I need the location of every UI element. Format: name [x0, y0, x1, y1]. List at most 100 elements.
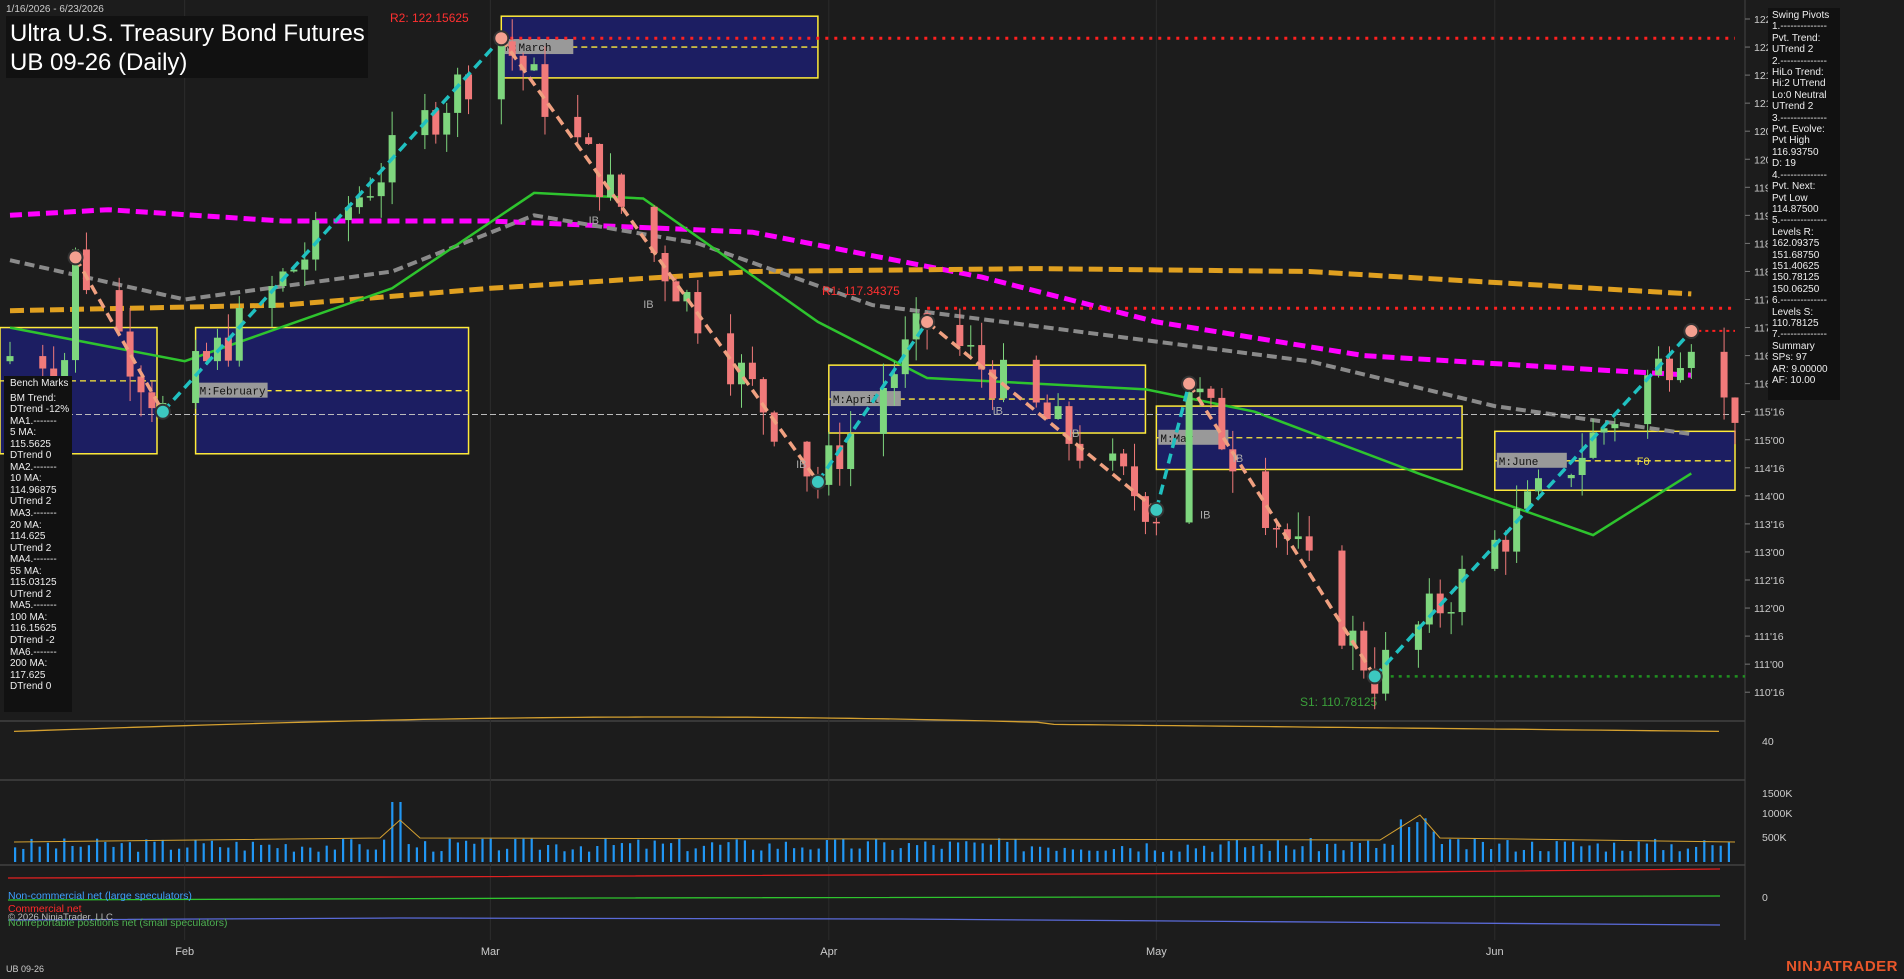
pivot-line: Lo:0 Neutral [1772, 89, 1827, 101]
volume-bar [1211, 851, 1214, 862]
volume-bar [391, 802, 394, 862]
volume-bar [686, 851, 689, 862]
volume-bar [1481, 841, 1484, 862]
volume-average-line [13, 814, 1736, 843]
volume-bar [14, 847, 17, 862]
pivot-line: 151.40625 [1772, 260, 1820, 272]
volume-bar [137, 851, 140, 862]
bench-line: 200 MA: [10, 658, 48, 670]
volume-bar [1645, 843, 1648, 862]
volume-bar [588, 851, 591, 862]
candle-body [1272, 527, 1280, 530]
bench-line: MA2.------- [10, 461, 57, 473]
candle-body [585, 137, 593, 144]
pivot-line: 2.-------------- [1772, 55, 1827, 67]
volume-bar [752, 849, 755, 862]
volume-bar [46, 842, 49, 862]
candle-body [1502, 539, 1510, 552]
nonreportable-net-line [7, 895, 1721, 901]
candle-body [497, 41, 505, 100]
volume-bar [1022, 851, 1025, 862]
volume-bar [653, 840, 656, 862]
volume-bar [169, 849, 172, 862]
volume-bar [1326, 844, 1329, 862]
volume-bar [219, 847, 222, 862]
volume-bar [1244, 847, 1247, 862]
pivot-line: 151.68750 [1772, 249, 1820, 261]
volume-bar [55, 848, 58, 862]
volume-bar [1686, 848, 1689, 862]
volume-bar [629, 843, 632, 862]
bench-line: MA5.------- [10, 600, 57, 612]
bench-line: MA3.------- [10, 508, 57, 520]
volume-bar [145, 839, 148, 862]
y-tick-label: 113'00 [1754, 547, 1785, 559]
volume-bar [899, 848, 902, 862]
candle-body [1382, 649, 1390, 694]
bench-line: UTrend 2 [10, 542, 52, 554]
volume-bar [547, 845, 550, 862]
pivot-line: UTrend 2 [1772, 44, 1814, 56]
volume-bar [793, 848, 796, 862]
volume-bar [120, 843, 123, 862]
pivot-line: HiLo Trend: [1772, 67, 1824, 79]
pivot-line: 114.87500 [1772, 203, 1819, 215]
candle-body [443, 112, 451, 135]
volume-bar [153, 841, 156, 862]
volume-bar [637, 839, 640, 862]
volume-bar [866, 841, 869, 862]
volume-bar [128, 842, 131, 862]
y-tick-label: 111'16 [1754, 631, 1784, 643]
candle-body [1360, 630, 1368, 671]
volume-bar [1727, 842, 1730, 862]
volume-bar [489, 838, 492, 862]
volume-bar [317, 851, 320, 862]
volume-bar [1440, 844, 1443, 862]
month-range-label: M:June [1499, 457, 1539, 469]
candle-body [1054, 406, 1062, 419]
bench-line: DTrend -2 [10, 635, 55, 647]
volume-bar [1276, 840, 1279, 862]
volume-bar [1498, 843, 1501, 862]
candle-body [1611, 424, 1619, 429]
volume-bar [1227, 841, 1230, 862]
volume-bar [842, 838, 845, 862]
s1-label: S1: 110.78125 [1300, 695, 1378, 709]
volume-bar [260, 844, 263, 862]
price-chart[interactable]: FebMarAprMayJun122'16122'00121'16121'001… [0, 0, 1904, 979]
candle-body [377, 182, 385, 197]
candle-body [1720, 351, 1728, 398]
y-tick-label: 115'00 [1754, 435, 1785, 447]
volume-bar [891, 850, 894, 862]
bench-line: BM Trend: [10, 392, 57, 404]
volume-bar [1703, 840, 1706, 862]
volume-bar [1588, 845, 1591, 862]
swing-point-marker [1366, 668, 1383, 685]
volume-tick-label: 500K [1762, 832, 1787, 844]
candle-body [1305, 536, 1313, 551]
y-tick-label: 112'00 [1754, 603, 1785, 615]
volume-bar [998, 838, 1001, 862]
volume-bar [743, 840, 746, 862]
inside-bar-label: IB [589, 215, 599, 227]
volume-bar [1662, 850, 1665, 862]
volume-bar [506, 848, 509, 862]
volume-bar [563, 851, 566, 862]
volume-bar [1285, 845, 1288, 862]
candle-body [1676, 368, 1684, 381]
volume-bar [1096, 850, 1099, 862]
volume-bar [514, 838, 517, 862]
pivot-line: Summary [1772, 340, 1815, 352]
pivot-line: 3.-------------- [1772, 112, 1827, 124]
volume-bar [456, 842, 459, 862]
volume-bar [38, 846, 41, 862]
volume-bar [71, 845, 74, 862]
volume-bar [96, 838, 99, 862]
noncommercial-net-line [7, 917, 1721, 926]
volume-bar [530, 838, 533, 862]
date-range: 1/16/2026 - 6/23/2026 [6, 4, 104, 15]
volume-bar [1424, 818, 1427, 862]
pivot-line: 1.-------------- [1772, 21, 1827, 33]
bench-line: DTrend 0 [10, 450, 52, 462]
inside-bar-label: IB [643, 299, 653, 311]
